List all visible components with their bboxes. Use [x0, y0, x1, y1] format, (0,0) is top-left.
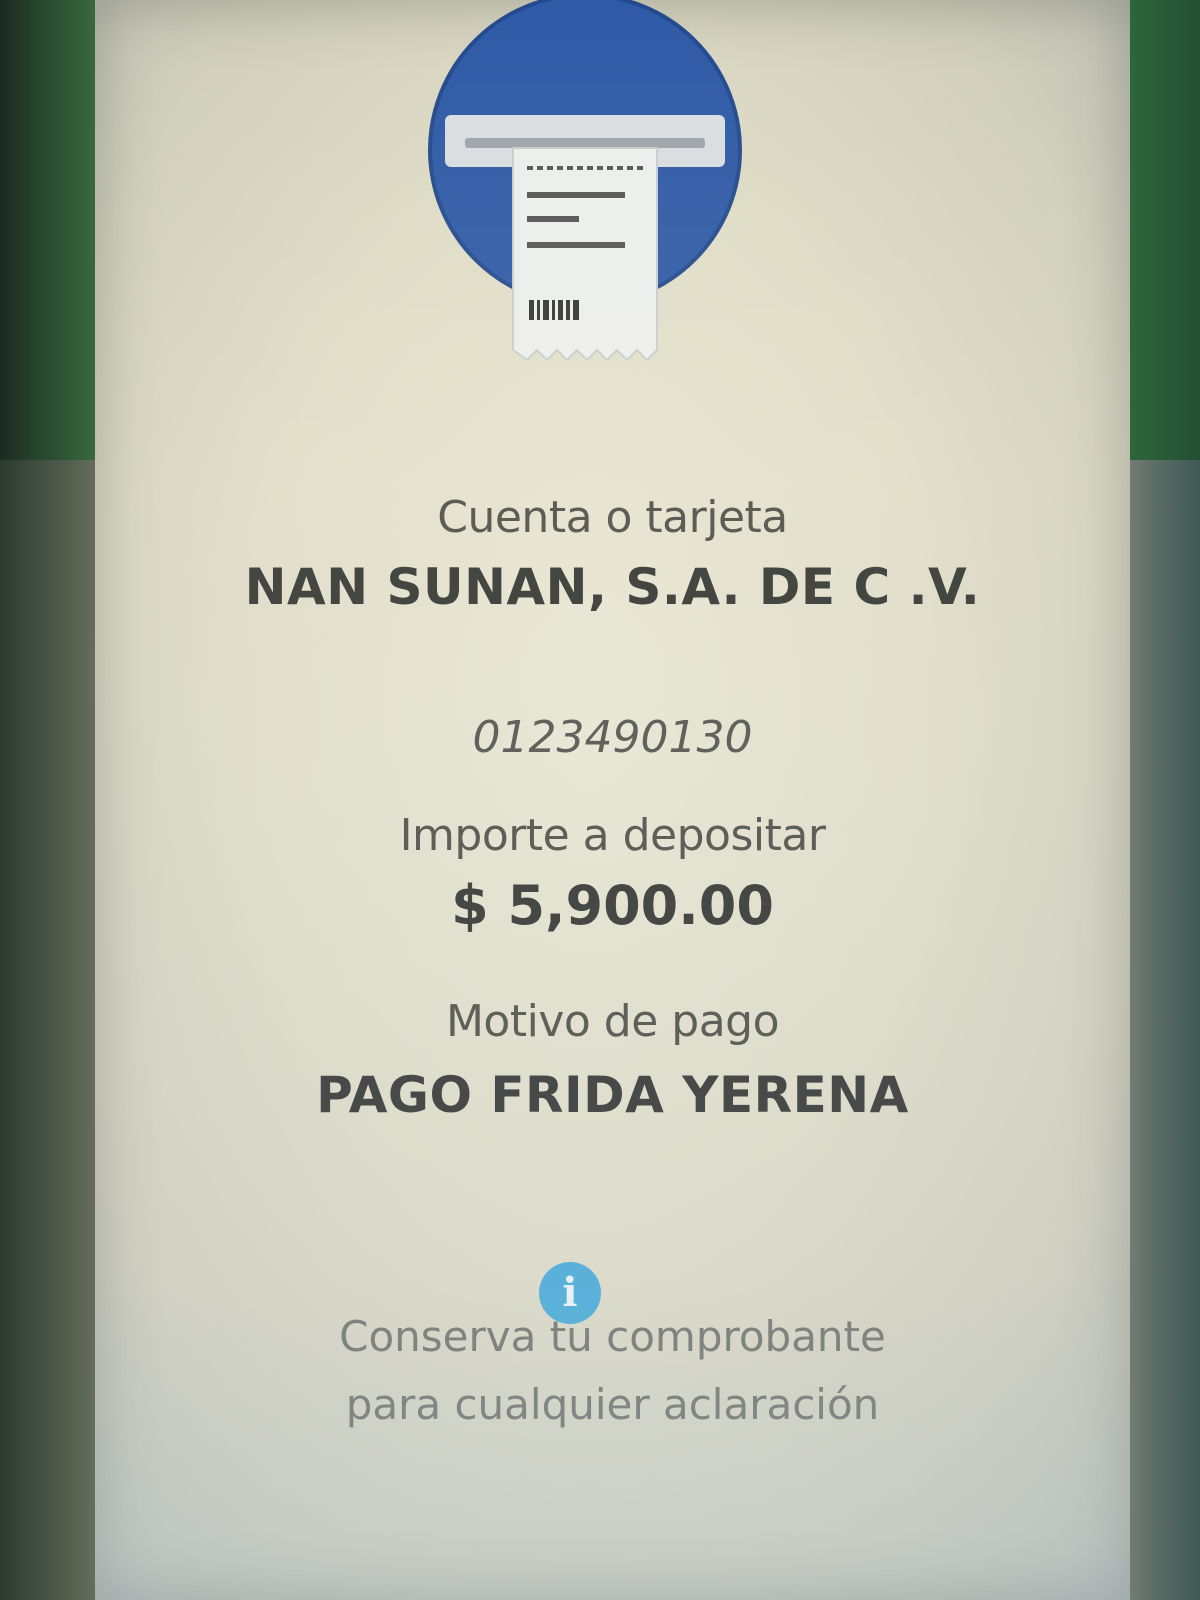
receipt-screen: Cuenta o tarjeta NAN SUNAN, S.A. DE C .V…: [95, 0, 1130, 1600]
monitor-bezel-right: [1120, 0, 1200, 460]
account-holder: NAN SUNAN, S.A. DE C .V.: [244, 558, 981, 616]
account-label: Cuenta o tarjeta: [437, 492, 788, 543]
reason-value: PAGO FRIDA YERENA: [316, 1066, 909, 1124]
photo-scene: Cuenta o tarjeta NAN SUNAN, S.A. DE C .V…: [0, 0, 1200, 1600]
amount-label: Importe a depositar: [399, 810, 826, 861]
note-line-2: para cualquier aclaración: [345, 1380, 880, 1429]
account-number: 0123490130: [472, 712, 753, 763]
receipt-printer-icon: [428, 0, 742, 362]
monitor-bezel-left: [0, 0, 100, 460]
receipt-paper: [512, 147, 658, 362]
amount-value: $ 5,900.00: [451, 874, 774, 937]
note-line-1: Conserva tu comprobante: [339, 1312, 886, 1361]
reason-label: Motivo de pago: [445, 996, 780, 1047]
